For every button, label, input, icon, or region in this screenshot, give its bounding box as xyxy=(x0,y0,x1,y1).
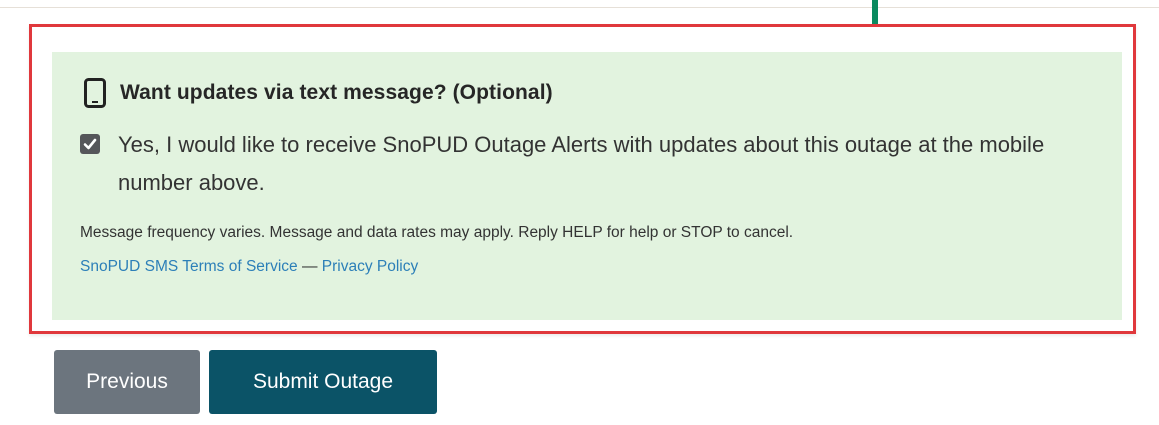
previous-button[interactable]: Previous xyxy=(54,350,200,414)
outage-form-page: Want updates via text message? (Optional… xyxy=(0,0,1159,425)
mobile-phone-icon xyxy=(84,78,106,108)
privacy-policy-link[interactable]: Privacy Policy xyxy=(322,258,418,275)
sms-optin-panel: Want updates via text message? (Optional… xyxy=(52,52,1122,320)
sms-disclaimer: Message frequency varies. Message and da… xyxy=(80,224,794,241)
sms-heading-text: Want updates via text message? (Optional… xyxy=(120,81,553,104)
sms-consent-checkbox[interactable] xyxy=(80,134,100,154)
sms-links: SnoPUD SMS Terms of Service — Privacy Po… xyxy=(80,256,1094,278)
top-divider xyxy=(0,0,1159,8)
links-separator: — xyxy=(301,258,318,275)
submit-outage-button[interactable]: Submit Outage xyxy=(209,350,437,414)
checkmark-icon xyxy=(83,138,97,150)
sms-heading: Want updates via text message? (Optional… xyxy=(80,74,1094,112)
sms-consent-option[interactable]: Yes, I would like to receive SnoPUD Outa… xyxy=(80,126,1094,202)
sms-consent-label: Yes, I would like to receive SnoPUD Outa… xyxy=(118,132,1045,195)
terms-of-service-link[interactable]: SnoPUD SMS Terms of Service xyxy=(80,258,298,275)
